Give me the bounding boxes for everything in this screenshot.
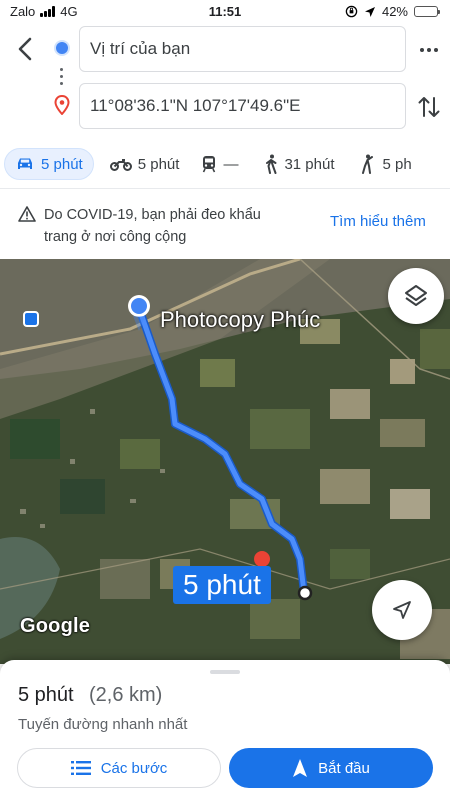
notice-text: Do COVID-19, bạn phải đeo khẩu trang ở n… (44, 204, 294, 248)
mode-motorbike-chip[interactable]: 5 phút (100, 148, 190, 180)
place-label[interactable]: Photocopy Phúc (160, 307, 320, 333)
mode-walk-label: 31 phút (284, 155, 335, 173)
covid-notice: Do COVID-19, bạn phải đeo khẩu trang ở n… (0, 196, 450, 258)
map-view[interactable]: Photocopy Phúc 5 phút Google (0, 259, 450, 664)
destination-pin-icon (54, 95, 70, 115)
route-distance: (2,6 km) (89, 684, 163, 706)
mode-drive-label: 5 phút (41, 155, 83, 173)
google-logo: Google (20, 615, 91, 637)
route-subtitle: Tuyến đường nhanh nhất (18, 716, 188, 733)
sheet-drag-handle[interactable] (210, 670, 240, 674)
mode-drive-chip[interactable]: 5 phút (4, 148, 94, 180)
walk-icon (266, 154, 277, 174)
motorbike-icon (109, 159, 132, 171)
origin-field-value: Vị trí của bạn (90, 39, 191, 58)
battery-icon (414, 6, 440, 17)
mode-walk-chip[interactable]: 31 phút (254, 148, 344, 180)
mode-transit-chip[interactable]: — (191, 148, 248, 180)
divider (0, 188, 450, 189)
steps-button[interactable]: Các bước (17, 748, 221, 788)
route-connector-dots (60, 68, 64, 89)
navigation-start-icon (293, 759, 308, 777)
warning-icon (18, 206, 36, 222)
mode-ride-chip[interactable]: 5 ph (350, 148, 421, 180)
start-button-label: Bắt đầu (318, 759, 370, 777)
origin-dot-icon (56, 42, 68, 54)
layers-icon (405, 285, 427, 306)
steps-button-label: Các bước (100, 759, 168, 777)
car-icon (18, 158, 32, 169)
ride-hail-icon (362, 154, 374, 174)
orientation-lock-icon (345, 5, 358, 18)
recenter-button[interactable] (372, 580, 432, 640)
battery-percent: 42% (381, 4, 408, 19)
notice-text-line2: trang ở nơi công cộng (44, 229, 187, 245)
location-arrow-icon (364, 6, 375, 17)
travel-mode-bar: 5 phút 5 phút — 31 phút 5 ph (0, 146, 450, 182)
learn-more-link[interactable]: Tìm hiểu thêm (330, 213, 426, 230)
list-icon (70, 761, 91, 775)
mode-ride-label: 5 ph (382, 155, 412, 173)
destination-field[interactable]: 11°08'36.1"N 107°17'49.6"E (79, 83, 406, 129)
notice-text-line1: Do COVID-19, bạn phải đeo khẩu (44, 207, 261, 223)
eta-bubble[interactable]: 5 phút (173, 566, 271, 604)
back-arrow-icon (18, 37, 32, 61)
route-duration: 5 phút (18, 684, 74, 706)
start-button[interactable]: Bắt đầu (229, 748, 433, 788)
more-options-button[interactable] (416, 40, 442, 60)
navigation-arrow-icon (393, 601, 411, 619)
status-bar: Zalo 4G 11:51 42% (0, 0, 450, 22)
mode-transit-label: — (223, 155, 239, 173)
status-right: 42% (345, 4, 440, 19)
back-button[interactable] (10, 34, 40, 64)
route-summary-sheet[interactable]: 5 phút (2,6 km) Tuyến đường nhanh nhất C… (0, 660, 450, 800)
train-icon (203, 156, 216, 173)
swap-directions-button[interactable] (416, 94, 442, 120)
bus-stop-icon[interactable] (23, 311, 39, 327)
destination-field-value: 11°08'36.1"N 107°17'49.6"E (90, 96, 301, 115)
origin-field[interactable]: Vị trí của bạn (79, 26, 406, 72)
map-layers-button[interactable] (388, 268, 444, 324)
mode-motorbike-label: 5 phút (137, 155, 180, 173)
